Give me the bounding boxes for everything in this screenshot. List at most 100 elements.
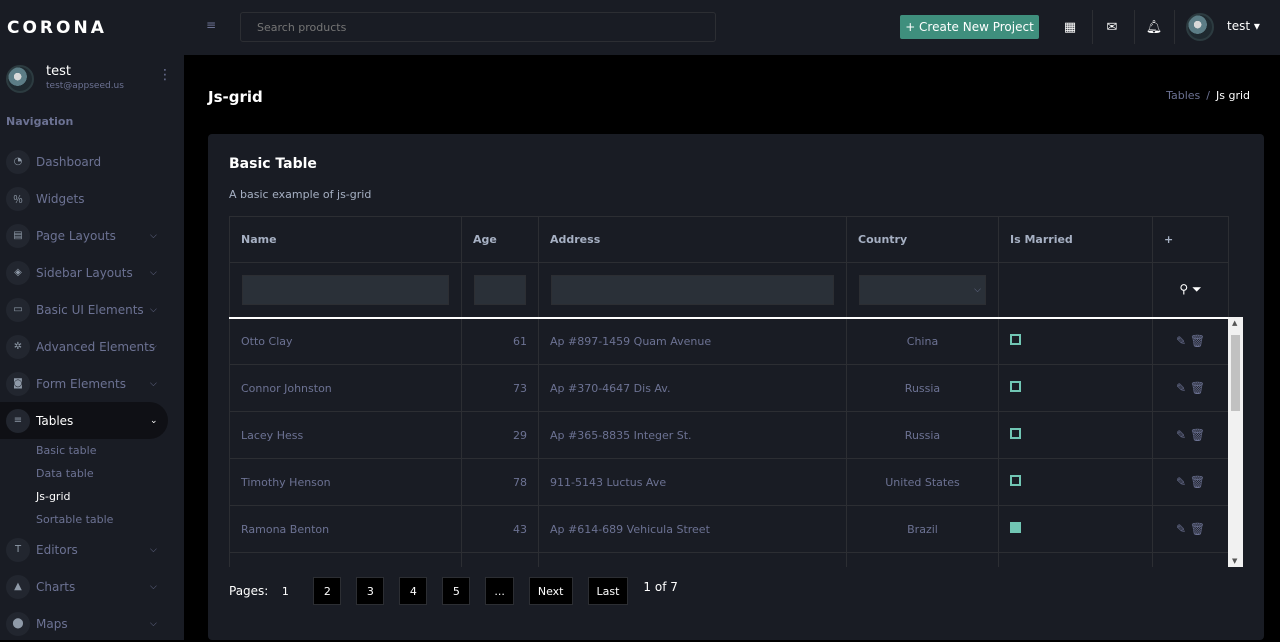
scroll-up-icon[interactable]: ▲ (1232, 319, 1237, 327)
cell-address: Ap #365-8835 Integer St. (538, 411, 847, 459)
sidebar-item-form-elements[interactable]: ◙ Form Elements ⌵ (0, 365, 184, 402)
pager-page-5[interactable]: 5 (442, 577, 471, 605)
table-row[interactable]: Ramona Benton 43 Ap #614-689 Vehicula St… (229, 505, 1229, 553)
filter-icon[interactable]: ⏷ (1192, 282, 1202, 296)
form-icon: ◙ (6, 371, 30, 396)
table-row[interactable]: Timothy Henson 78 911-5143 Luctus Ave Un… (229, 458, 1229, 506)
sidebar-item-page-layouts[interactable]: ▤ Page Layouts ⌵ (0, 217, 184, 254)
column-header-is-married[interactable]: Is Married (998, 216, 1153, 263)
chevron-down-icon: ⌵ (150, 341, 157, 352)
married-checkbox[interactable] (1010, 475, 1021, 486)
chevron-down-icon: ⌄ (150, 415, 158, 426)
edit-pencil-icon[interactable]: ✎ (1176, 475, 1186, 489)
sidebar-icon: ◈ (6, 260, 30, 285)
trash-icon[interactable]: 🗑︎ (1190, 522, 1205, 536)
cell-name: Timothy Henson (229, 458, 462, 506)
profile-email: test@appseed.us (46, 81, 124, 91)
edit-pencil-icon[interactable]: ✎ (1176, 381, 1186, 395)
scrollbar-thumb[interactable] (1231, 335, 1240, 411)
grid-table: Name Age Address Country Is Married + ⌵ … (229, 216, 1229, 567)
breadcrumb-tables-link[interactable]: Tables (1166, 89, 1200, 102)
pager-last-button[interactable]: Last (587, 577, 629, 605)
submenu-js-grid[interactable]: Js-grid (36, 485, 184, 508)
avatar[interactable] (1186, 13, 1214, 41)
country-filter-select[interactable]: ⌵ (859, 274, 986, 305)
card-title: Basic Table (229, 156, 317, 172)
submenu-basic-table[interactable]: Basic table (36, 439, 184, 462)
sidebar-item-maps[interactable]: ⬤ Maps ⌵ (0, 605, 184, 642)
edit-pencil-icon[interactable]: ✎ (1176, 428, 1186, 442)
chevron-down-icon: ⌵ (150, 618, 157, 629)
cell-address: Ap #370-4647 Dis Av. (538, 364, 847, 412)
page-title: Js-grid (208, 88, 263, 106)
edit-pencil-icon[interactable]: ✎ (1176, 334, 1186, 348)
cell-name: Lacey Hess (229, 411, 462, 459)
table-row[interactable] (229, 552, 1229, 567)
sidebar-item-advanced-elements[interactable]: ✲ Advanced Elements ⌵ (0, 328, 184, 365)
name-filter-input[interactable] (242, 274, 449, 305)
sidebar-item-widgets[interactable]: ％ Widgets (0, 180, 184, 217)
table-row[interactable]: Lacey Hess 29 Ap #365-8835 Integer St. R… (229, 411, 1229, 459)
pager-next-button[interactable]: Next (528, 577, 573, 605)
married-checkbox[interactable] (1010, 522, 1021, 533)
address-filter-input[interactable] (551, 274, 834, 305)
create-project-button[interactable]: + Create New Project (900, 15, 1039, 39)
sidebar-item-basic-ui[interactable]: ▭ Basic UI Elements ⌵ (0, 291, 184, 328)
add-row-plus-icon[interactable]: + (1152, 216, 1229, 263)
married-checkbox[interactable] (1010, 334, 1021, 346)
column-header-age[interactable]: Age (461, 216, 539, 263)
user-dropdown[interactable]: test ▾ (1227, 19, 1260, 33)
row-actions (1152, 552, 1229, 567)
table-card: Basic Table A basic example of js-grid N… (208, 134, 1264, 640)
chart-icon: ▲ (6, 574, 30, 599)
mail-icon[interactable]: ✉ (1102, 17, 1122, 37)
cell-married (998, 364, 1153, 412)
cell-married (998, 317, 1153, 365)
table-row[interactable]: Otto Clay 61 Ap #897-1459 Quam Avenue Ch… (229, 317, 1229, 365)
pager-label: Pages: (229, 584, 269, 598)
trash-icon[interactable]: 🗑︎ (1190, 475, 1205, 489)
pager-ellipsis[interactable]: ... (485, 577, 514, 605)
married-checkbox[interactable] (1010, 428, 1021, 439)
brand-logo[interactable]: CORONA (7, 18, 107, 38)
table-row[interactable]: Connor Johnston 73 Ap #370-4647 Dis Av. … (229, 364, 1229, 412)
married-checkbox[interactable] (1010, 381, 1021, 392)
submenu-data-table[interactable]: Data table (36, 462, 184, 485)
column-header-name[interactable]: Name (229, 216, 462, 263)
column-header-address[interactable]: Address (538, 216, 847, 263)
scroll-down-icon[interactable]: ▼ (1232, 557, 1237, 565)
edit-pencil-icon[interactable]: ✎ (1176, 522, 1186, 536)
search-input[interactable] (240, 12, 716, 42)
column-header-country[interactable]: Country (846, 216, 999, 263)
pager-page-2[interactable]: 2 (313, 577, 342, 605)
speedometer-icon: ◔ (6, 149, 30, 174)
grid-scrollbar[interactable]: ▲ ▼ (1228, 317, 1243, 567)
submenu-sortable-table[interactable]: Sortable table (36, 508, 184, 531)
sidebar-item-sidebar-layouts[interactable]: ◈ Sidebar Layouts ⌵ (0, 254, 184, 291)
pager-page-4[interactable]: 4 (399, 577, 428, 605)
cell-married (998, 552, 1153, 567)
sidebar-item-editors[interactable]: T Editors ⌵ (0, 531, 184, 568)
age-filter-input[interactable] (474, 274, 526, 305)
trash-icon[interactable]: 🗑︎ (1190, 428, 1205, 442)
sidebar-item-dashboard[interactable]: ◔ Dashboard (0, 143, 184, 180)
sidebar-item-charts[interactable]: ▲ Charts ⌵ (0, 568, 184, 605)
grid-apps-icon[interactable]: ▦ (1060, 17, 1080, 37)
breadcrumb: Tables / Js grid (1166, 89, 1250, 102)
search-icon[interactable]: ⚲ (1179, 282, 1188, 296)
cell-country: Russia (846, 364, 999, 412)
cell-age: 43 (461, 505, 539, 553)
pager-page-3[interactable]: 3 (356, 577, 385, 605)
laptop-icon: ▭ (6, 297, 30, 322)
more-vertical-icon[interactable]: ⋮ (158, 67, 172, 83)
bell-icon[interactable]: 🔔︎ (1144, 17, 1164, 37)
breadcrumb-current: Js grid (1215, 89, 1250, 102)
pager-info: 1 of 7 (643, 580, 678, 594)
sidebar-item-tables[interactable]: ≡ Tables ⌄ (0, 402, 168, 439)
trash-icon[interactable]: 🗑︎ (1190, 381, 1205, 395)
cell-name (229, 552, 462, 567)
trash-icon[interactable]: 🗑︎ (1190, 334, 1205, 348)
menu-toggle-icon[interactable]: ≡ (206, 18, 216, 32)
divider (1134, 10, 1135, 44)
cell-address: Ap #897-1459 Quam Avenue (538, 317, 847, 365)
